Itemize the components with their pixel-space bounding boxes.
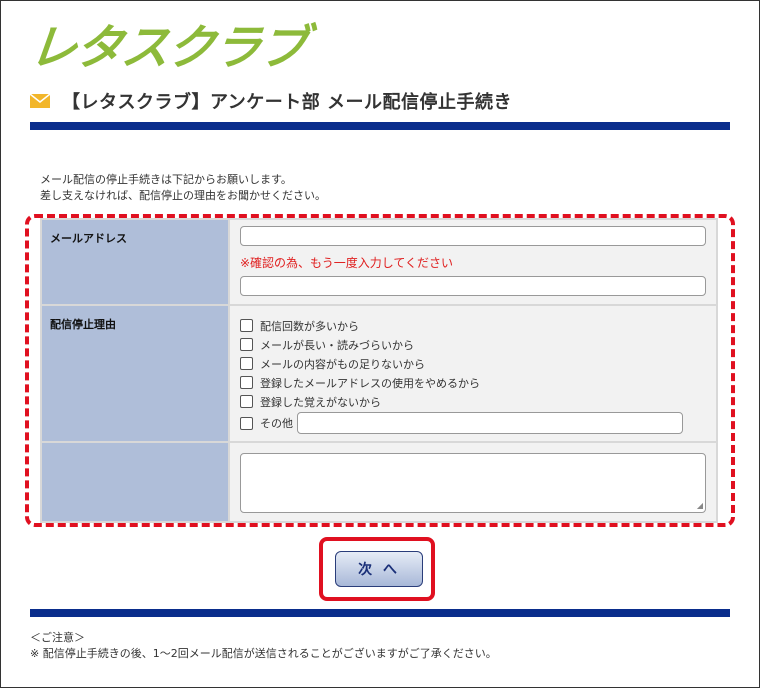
footer-divider [30,609,730,617]
header-divider [30,122,730,130]
intro-text: メール配信の停止手続きは下記からお願いします。 差し支えなければ、配信停止の理由… [40,172,326,204]
caution-text: ※ 配信停止手続きの後、1～2回メール配信が送信されることがございますがご了承く… [30,647,497,660]
caution-notice: ＜ご注意＞ ※ 配信停止手続きの後、1～2回メール配信が送信されることがございま… [30,630,497,662]
intro-line-2: 差し支えなければ、配信停止の理由をお聞かせください。 [40,189,326,202]
next-button[interactable]: 次 へ [335,551,423,587]
form-highlight [25,214,735,527]
envelope-icon [30,94,50,108]
caution-heading: ＜ご注意＞ [30,631,85,644]
page-header: 【レタスクラブ】アンケート部 メール配信停止手続き [30,88,512,114]
site-logo[interactable]: レタスクラブ [26,8,309,78]
intro-line-1: メール配信の停止手続きは下記からお願いします。 [40,173,292,186]
page-title: 【レタスクラブ】アンケート部 メール配信停止手続き [62,92,513,113]
